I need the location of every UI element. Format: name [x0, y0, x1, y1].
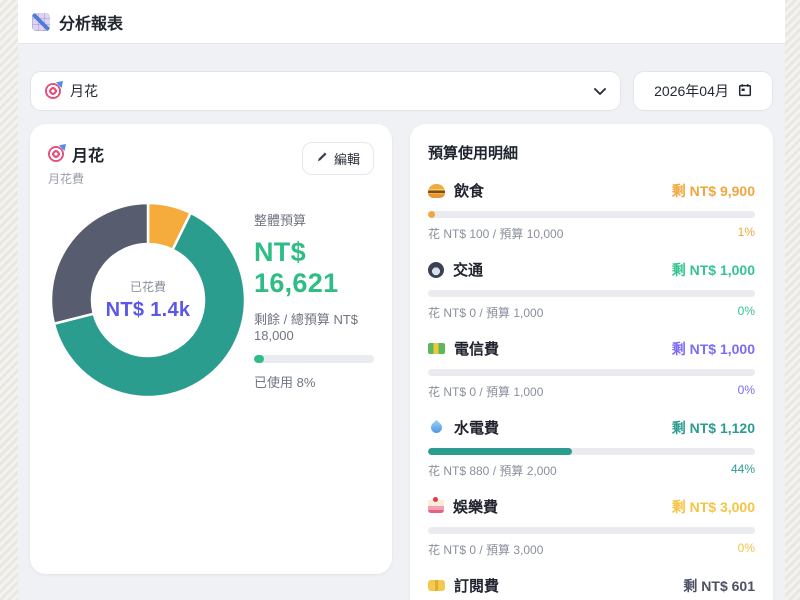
overall-progress-bar [254, 355, 374, 363]
category-name-block: 飲食 [428, 180, 484, 201]
category-spent-text: 花 NT$ 0 / 預算 1,000 [428, 304, 543, 321]
category-row-head: 娛樂費 剩 NT$ 3,000 [428, 496, 755, 517]
top-bar: 分析報表 [18, 0, 785, 44]
filter-row: 月花 2026年04月 [18, 44, 785, 111]
app-window: 分析報表 月花 2026年04月 月花 月花 [18, 0, 785, 600]
category-remaining: 剩 NT$ 1,120 [672, 418, 755, 438]
category-name: 訂閱費 [454, 575, 499, 596]
category-list: 飲食 剩 NT$ 9,900 花 NT$ 100 / 預算 10,000 1% … [428, 180, 755, 600]
remaining-vs-total: 剩餘 / 總預算 NT$ 18,000 [254, 309, 374, 343]
category-row-sub: 花 NT$ 100 / 預算 10,000 1% [428, 225, 755, 242]
category-row: 娛樂費 剩 NT$ 3,000 花 NT$ 0 / 預算 3,000 0% [428, 496, 755, 558]
category-progress-bar [428, 448, 755, 455]
spending-donut-chart: 已花費 NT$ 1.4k [48, 200, 248, 400]
category-percent: 1% [738, 225, 755, 242]
category-spent-text: 花 NT$ 0 / 預算 3,000 [428, 541, 543, 558]
category-row-head: 交通 剩 NT$ 1,000 [428, 259, 755, 280]
category-icon [428, 343, 445, 354]
category-row: 水電費 剩 NT$ 1,120 花 NT$ 880 / 預算 2,000 44% [428, 417, 755, 479]
category-row: 電信費 剩 NT$ 1,000 花 NT$ 0 / 預算 1,000 0% [428, 338, 755, 400]
category-name-block: 水電費 [428, 417, 499, 438]
category-icon [429, 420, 445, 436]
category-row-sub: 花 NT$ 0 / 預算 1,000 0% [428, 383, 755, 400]
category-name-block: 交通 [428, 259, 483, 280]
donut-slice [51, 203, 148, 324]
overall-progress-fill [254, 355, 264, 363]
page-title: 分析報表 [59, 10, 123, 34]
chevron-down-icon [594, 88, 606, 95]
budget-description: 月花費 [48, 170, 104, 187]
category-icon [428, 580, 445, 591]
category-remaining: 剩 NT$ 1,000 [672, 260, 755, 280]
category-name: 水電費 [454, 417, 499, 438]
category-percent: 44% [731, 462, 755, 479]
chart-row: 已花費 NT$ 1.4k 整體預算 NT$ 16,621 剩餘 / 總預算 NT… [48, 200, 374, 400]
edit-button[interactable]: 編輯 [302, 142, 374, 175]
detail-card-title: 預算使用明細 [428, 142, 755, 163]
category-row-sub: 花 NT$ 0 / 預算 3,000 0% [428, 541, 755, 558]
category-name: 交通 [453, 259, 483, 280]
overview-header: 月花 月花費 編輯 [48, 142, 374, 187]
category-progress-bar [428, 290, 755, 297]
category-remaining: 剩 NT$ 9,900 [672, 181, 755, 201]
category-icon [428, 262, 444, 278]
pencil-icon [316, 151, 328, 166]
category-remaining: 剩 NT$ 601 [683, 576, 755, 596]
category-progress-bar [428, 211, 755, 218]
category-name-block: 電信費 [428, 338, 499, 359]
category-progress-fill [428, 448, 572, 455]
category-progress-bar [428, 527, 755, 534]
category-percent: 0% [738, 541, 755, 558]
budget-select[interactable]: 月花 [30, 71, 621, 111]
category-remaining: 剩 NT$ 1,000 [672, 339, 755, 359]
donut-svg [48, 200, 248, 400]
dartboard-icon [45, 83, 61, 99]
category-row: 飲食 剩 NT$ 9,900 花 NT$ 100 / 預算 10,000 1% [428, 180, 755, 242]
calendar-icon [738, 83, 752, 100]
category-row: 訂閱費 剩 NT$ 601 花 NT$ 399 / 預算 1,000 40% [428, 575, 755, 600]
category-name-block: 娛樂費 [428, 496, 498, 517]
category-progress-bar [428, 369, 755, 376]
budget-select-value: 月花 [70, 81, 98, 101]
category-percent: 0% [738, 304, 755, 321]
category-spent-text: 花 NT$ 880 / 預算 2,000 [428, 462, 557, 479]
overview-title-block: 月花 月花費 [48, 142, 104, 187]
category-progress-fill [428, 211, 435, 218]
category-row-head: 電信費 剩 NT$ 1,000 [428, 338, 755, 359]
edit-button-label: 編輯 [334, 149, 360, 168]
category-name: 娛樂費 [453, 496, 498, 517]
category-icon [428, 184, 445, 198]
remaining-amount: NT$ 16,621 [254, 237, 374, 299]
month-picker-value: 2026年04月 [654, 81, 729, 101]
used-percent-label: 已使用 8% [254, 372, 374, 391]
category-row: 交通 剩 NT$ 1,000 花 NT$ 0 / 預算 1,000 0% [428, 259, 755, 321]
category-row-sub: 花 NT$ 0 / 預算 1,000 0% [428, 304, 755, 321]
category-name: 電信費 [454, 338, 499, 359]
cards-area: 月花 月花費 編輯 已花費 NT$ 1.4k [18, 111, 785, 600]
chart-increasing-icon [32, 13, 50, 31]
category-icon [428, 500, 444, 513]
budget-stats: 整體預算 NT$ 16,621 剩餘 / 總預算 NT$ 18,000 已使用 … [254, 210, 374, 391]
category-spent-text: 花 NT$ 0 / 預算 1,000 [428, 383, 543, 400]
budget-overview-card: 月花 月花費 編輯 已花費 NT$ 1.4k [30, 124, 392, 574]
category-name-block: 訂閱費 [428, 575, 499, 596]
category-percent: 0% [738, 383, 755, 400]
budget-name: 月花 [72, 142, 104, 166]
category-remaining: 剩 NT$ 3,000 [672, 497, 755, 517]
category-spent-text: 花 NT$ 100 / 預算 10,000 [428, 225, 563, 242]
dartboard-icon [48, 146, 64, 162]
month-picker[interactable]: 2026年04月 [633, 71, 773, 111]
category-row-head: 飲食 剩 NT$ 9,900 [428, 180, 755, 201]
category-row-head: 訂閱費 剩 NT$ 601 [428, 575, 755, 596]
category-row-sub: 花 NT$ 880 / 預算 2,000 44% [428, 462, 755, 479]
budget-detail-card: 預算使用明細 飲食 剩 NT$ 9,900 花 NT$ 100 / 預算 10,… [410, 124, 773, 600]
category-row-head: 水電費 剩 NT$ 1,120 [428, 417, 755, 438]
category-name: 飲食 [454, 180, 484, 201]
overall-budget-label: 整體預算 [254, 210, 374, 229]
